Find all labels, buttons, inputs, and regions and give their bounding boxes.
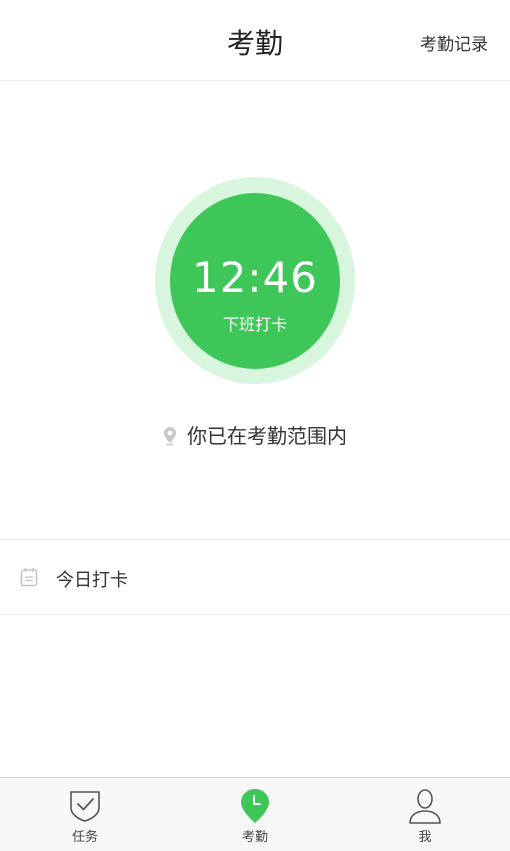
- tab-bar: 任务 考勤 我: [0, 777, 510, 851]
- location-clock-icon: [241, 789, 269, 823]
- calendar-icon: [20, 568, 38, 587]
- attendance-record-link[interactable]: 考勤记录: [420, 30, 488, 55]
- tab-attendance-label: 考勤: [241, 830, 268, 845]
- tab-me-label: 我: [418, 830, 432, 845]
- tab-attendance[interactable]: 考勤: [170, 778, 340, 851]
- location-pin-icon: [164, 427, 176, 446]
- location-status-text: 你已在考勤范围内: [187, 424, 347, 448]
- punch-label: 下班打卡: [222, 315, 287, 334]
- today-punch-row[interactable]: 今日打卡: [0, 539, 510, 615]
- location-status: 你已在考勤范围内: [0, 420, 510, 449]
- tab-tasks[interactable]: 任务: [0, 778, 170, 851]
- header: 考勤 考勤记录: [0, 0, 510, 81]
- tab-tasks-label: 任务: [71, 830, 98, 845]
- shield-check-icon: [70, 791, 100, 822]
- today-punch-label: 今日打卡: [56, 570, 128, 591]
- person-icon: [409, 789, 441, 824]
- tab-me[interactable]: 我: [340, 778, 510, 851]
- punch-button[interactable]: 12:46 下班打卡: [170, 193, 340, 369]
- punch-time: 12:46: [191, 253, 319, 302]
